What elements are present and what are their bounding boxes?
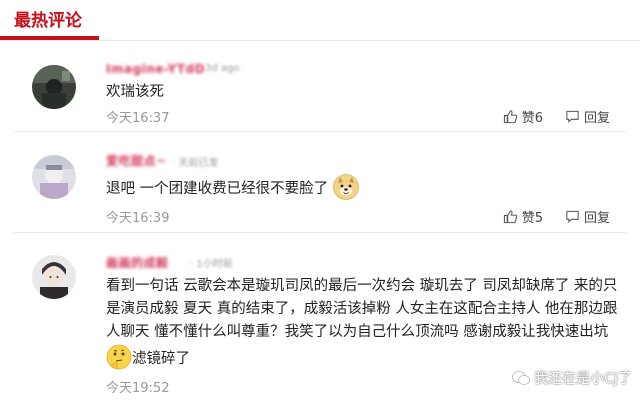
comment-text: 欢瑞该死 xyxy=(106,84,164,100)
watermark-text: 我还在是小CJ了 xyxy=(534,371,632,387)
reply-label: 回复 xyxy=(583,211,610,226)
avatar[interactable] xyxy=(32,155,76,199)
watermark: 我还在是小CJ了 xyxy=(512,368,632,388)
thinking-emoji-icon xyxy=(106,344,132,370)
like-button[interactable]: 赞6 xyxy=(503,107,543,126)
comment-actions: 赞6 回复 xyxy=(503,107,610,126)
avatar[interactable] xyxy=(32,65,76,109)
reply-label: 回复 xyxy=(583,111,610,126)
thumbs-up-icon xyxy=(503,210,517,224)
comment-text-body: 退吧 一个团建收费已经很不要脸了 xyxy=(106,181,329,197)
comment-text: 看到一句话 云歌会本是璇玑司凤的最后一次约会 璇玑去了 司凤却缺席了 来的只是演… xyxy=(106,275,621,371)
user-meta: · 天前已发 xyxy=(172,158,219,169)
doge-emoji-icon xyxy=(332,174,359,200)
avatar[interactable] xyxy=(32,255,76,299)
hot-comments-header: 最热评论 xyxy=(0,0,640,41)
reply-icon xyxy=(566,210,579,223)
like-count: 赞5 xyxy=(521,211,543,226)
user-meta: · 1小时前 xyxy=(190,259,233,270)
reply-icon xyxy=(566,110,579,123)
comment-time: 今天16:37 xyxy=(106,111,170,126)
comment-actions: 赞5 回复 xyxy=(503,207,610,226)
username[interactable]: 爱吃甜点~ xyxy=(106,152,167,169)
comment-time: 今天16:39 xyxy=(106,211,170,226)
username[interactable]: 画画的成毅 xyxy=(106,254,169,271)
wechat-icon xyxy=(512,371,530,385)
username[interactable]: Imagine-YTdD xyxy=(106,62,205,76)
comment-time: 今天19:52 xyxy=(106,381,170,396)
thumbs-up-icon xyxy=(503,110,517,124)
comment-item: Imagine-YTdD 3d ago 欢瑞该死 今天16:37 赞6 回复 xyxy=(0,41,640,132)
comment-item: 爱吃甜点~ · 天前已发 退吧 一个团建收费已经很不要脸了 今天16:39 赞5… xyxy=(0,132,640,233)
section-title: 最热评论 xyxy=(14,11,82,31)
reply-button[interactable]: 回复 xyxy=(565,107,610,126)
like-button[interactable]: 赞5 xyxy=(503,207,543,226)
like-count: 赞6 xyxy=(521,111,543,126)
reply-button[interactable]: 回复 xyxy=(565,207,610,226)
comment-text-body: 看到一句话 云歌会本是璇玑司凤的最后一次约会 璇玑去了 司凤却缺席了 来的只是演… xyxy=(106,278,618,340)
comment-text-tail: 滤镜碎了 xyxy=(132,351,190,367)
user-meta: 3d ago xyxy=(205,63,240,74)
comment-text: 退吧 一个团建收费已经很不要脸了 xyxy=(106,174,621,201)
